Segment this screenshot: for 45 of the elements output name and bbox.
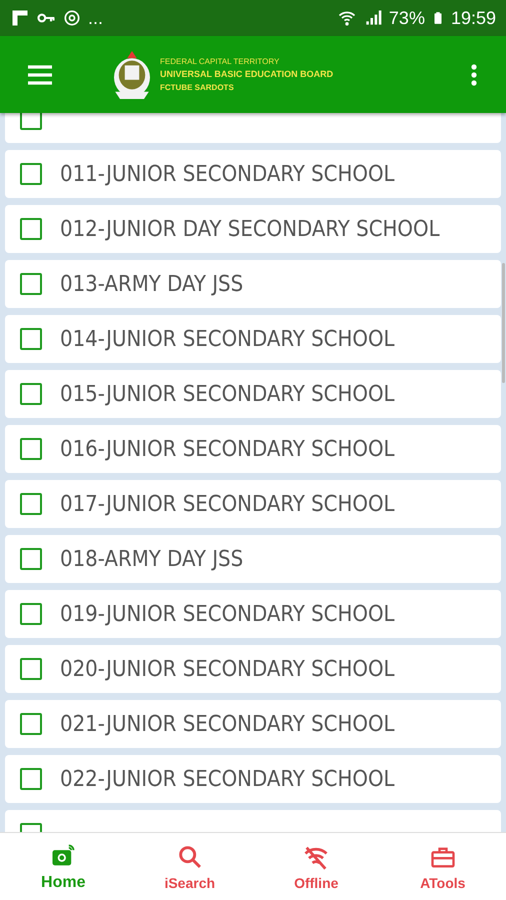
checkbox[interactable] [20, 548, 42, 570]
school-item[interactable]: 022-JUNIOR SECONDARY SCHOOL [5, 755, 501, 803]
checkbox[interactable] [20, 383, 42, 405]
school-item[interactable]: 015-JUNIOR SECONDARY SCHOOL [5, 370, 501, 418]
checkbox[interactable] [20, 493, 42, 515]
checkbox[interactable] [20, 163, 42, 185]
school-item[interactable]: 019-JUNIOR SECONDARY SCHOOL [5, 590, 501, 638]
school-name: 012-JUNIOR DAY SECONDARY SCHOOL [60, 216, 440, 242]
checkbox[interactable] [20, 768, 42, 790]
clock: 19:59 [450, 8, 496, 28]
school-item[interactable]: 012-JUNIOR DAY SECONDARY SCHOOL [5, 205, 501, 253]
school-name: 014-JUNIOR SECONDARY SCHOOL [60, 326, 395, 352]
school-item[interactable]: 014-JUNIOR SECONDARY SCHOOL [5, 315, 501, 363]
school-item[interactable]: 011-JUNIOR SECONDARY SCHOOL [5, 150, 501, 198]
school-name: 015-JUNIOR SECONDARY SCHOOL [60, 382, 395, 406]
logo-text-line: UNIVERSAL BASIC EDUCATION BOARD [160, 68, 334, 81]
school-name: 022-JUNIOR SECONDARY SCHOOL [60, 766, 395, 792]
school-name: 020-JUNIOR SECONDARY SCHOOL [60, 656, 395, 682]
flipboard-icon [10, 8, 30, 28]
checkbox[interactable] [20, 713, 42, 735]
checkbox[interactable] [20, 273, 42, 295]
logo-text-line: FCTUBE SARDOTS [160, 82, 235, 94]
school-name: 016-JUNIOR SECONDARY SCHOOL [60, 436, 395, 462]
school-name: 019-JUNIOR SECONDARY SCHOOL [60, 602, 395, 626]
school-name: 018-ARMY DAY JSS [60, 546, 244, 572]
more-indicator: ... [88, 8, 104, 28]
school-item[interactable]: 020-JUNIOR SECONDARY SCHOOL [5, 645, 501, 693]
school-name: 011-JUNIOR SECONDARY SCHOOL [60, 162, 395, 186]
checkbox[interactable] [20, 438, 42, 460]
battery-level: 73% [388, 8, 425, 28]
school-item[interactable]: 016-JUNIOR SECONDARY SCHOOL [5, 425, 501, 473]
school-name: 017-JUNIOR SECONDARY SCHOOL [60, 492, 395, 516]
checkbox[interactable] [20, 218, 42, 240]
checkbox[interactable] [20, 603, 42, 625]
logo-text-line: FEDERAL CAPITAL TERRITORY [160, 56, 280, 68]
school-name: 021-JUNIOR SECONDARY SCHOOL [60, 712, 395, 736]
checkbox[interactable] [20, 328, 42, 350]
school-name: 013-ARMY DAY JSS [60, 272, 244, 296]
checkbox[interactable] [20, 658, 42, 680]
sync-icon [62, 8, 82, 28]
school-item[interactable]: 018-ARMY DAY JSS [5, 535, 501, 583]
checkbox[interactable] [20, 113, 42, 130]
school-item[interactable]: 021-JUNIOR SECONDARY SCHOOL [5, 700, 501, 748]
school-item[interactable]: 013-ARMY DAY JSS [5, 260, 501, 308]
school-item[interactable]: 017-JUNIOR SECONDARY SCHOOL [5, 480, 501, 528]
